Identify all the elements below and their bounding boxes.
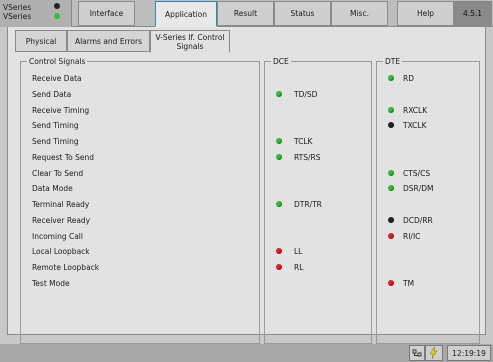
brand-line-1: VSeries bbox=[3, 3, 32, 12]
dte-signal-label: DCD/RR bbox=[403, 215, 433, 225]
tab-application[interactable]: Application bbox=[155, 1, 217, 27]
brand-line-2: VSeries bbox=[3, 12, 32, 21]
dte-signal-label: DSR/DM bbox=[403, 184, 434, 194]
dce-status-led-icon bbox=[276, 138, 282, 144]
brand-status-led-top-icon bbox=[54, 3, 60, 9]
control-signal-label: Send Timing bbox=[32, 137, 79, 146]
dce-status-led-icon bbox=[276, 248, 282, 255]
clock-time: 12:19:19 bbox=[452, 348, 486, 358]
power-icon bbox=[429, 347, 438, 359]
control-signal-label: Receiver Ready bbox=[32, 215, 91, 225]
dce-status-led-icon bbox=[276, 153, 282, 160]
control-signal-label: Remote Loopback bbox=[32, 263, 100, 272]
brand-area: VSeries VSeries bbox=[0, 0, 72, 27]
control-signal-label: Receive Timing bbox=[32, 105, 90, 115]
dce-signal-label: DTR/TR bbox=[294, 200, 322, 209]
dce-title: DCE bbox=[271, 57, 291, 66]
network-icon bbox=[412, 349, 422, 357]
dce-status-led-icon bbox=[276, 90, 282, 97]
control-signal-label: Clear To Send bbox=[32, 168, 84, 178]
dce-status-led-icon bbox=[276, 201, 282, 207]
clock-display: 12:19:19 bbox=[447, 345, 491, 361]
network-button[interactable] bbox=[409, 345, 425, 361]
dte-signal-label: RXCLK bbox=[403, 105, 428, 115]
dte-status-led-icon bbox=[388, 75, 394, 81]
tab-status[interactable]: Status bbox=[274, 1, 331, 26]
dte-status-led-icon bbox=[388, 232, 394, 239]
dte-signal-label: TXCLK bbox=[403, 121, 427, 131]
dte-status-led-icon bbox=[388, 122, 394, 129]
tab-result[interactable]: Result bbox=[217, 1, 274, 26]
dte-signal-label: RI/IC bbox=[403, 231, 421, 241]
dte-group: DTE RD RXCLK TXCLK CTS/CS DSR/DM DCD/RR RI/IC T… bbox=[376, 57, 480, 344]
control-signal-label: Local Loopback bbox=[32, 247, 90, 257]
subtab-vseries-control-signals[interactable]: V-Series If. Control Signals bbox=[150, 30, 230, 53]
dce-signal-label: RTS/RS bbox=[294, 152, 321, 162]
dte-signal-label: RD bbox=[403, 74, 414, 83]
main-panel: Physical Alarms and Errors V-Series If. … bbox=[7, 27, 486, 344]
control-signal-label: Terminal Ready bbox=[32, 200, 90, 209]
dce-signal-label: LL bbox=[294, 247, 303, 257]
version-label: 4.5.1 bbox=[453, 1, 492, 26]
dce-group: DCE TD/SD TCLK RTS/RS DTR/TR LL RL bbox=[264, 57, 372, 344]
dte-status-led-icon bbox=[388, 216, 394, 223]
control-signal-label: Test Mode bbox=[32, 278, 70, 288]
tab-help[interactable]: Help bbox=[397, 1, 454, 26]
dte-signal-label: CTS/CS bbox=[403, 168, 431, 178]
power-button[interactable] bbox=[425, 345, 443, 361]
dte-signal-label: TM bbox=[403, 278, 415, 288]
control-signal-label: Send Timing bbox=[32, 121, 79, 131]
dte-status-led-icon bbox=[388, 185, 394, 192]
control-signal-label: Request To Send bbox=[32, 152, 95, 162]
control-signal-label: Send Data bbox=[32, 89, 72, 99]
dce-signal-label: TD/SD bbox=[294, 89, 318, 99]
tab-misc[interactable]: Misc. bbox=[331, 1, 388, 26]
control-signals-group: Control Signals Receive Data Send Data Rec… bbox=[20, 57, 260, 344]
control-signal-label: Receive Data bbox=[32, 74, 82, 83]
dce-signal-label: RL bbox=[294, 263, 304, 272]
dce-status-led-icon bbox=[276, 264, 282, 270]
dce-signal-label: TCLK bbox=[294, 137, 313, 146]
subtab-physical[interactable]: Physical bbox=[15, 30, 67, 52]
dte-status-led-icon bbox=[388, 106, 394, 113]
top-bar: VSeries VSeries Interface Application Re… bbox=[0, 0, 493, 27]
subtab-alarms-and-errors[interactable]: Alarms and Errors bbox=[67, 30, 150, 52]
dte-title: DTE bbox=[383, 57, 403, 66]
tab-interface[interactable]: Interface bbox=[78, 1, 135, 26]
control-signals-title: Control Signals bbox=[27, 57, 88, 66]
dte-status-led-icon bbox=[388, 279, 394, 286]
brand-status-led-bottom-icon bbox=[54, 13, 60, 19]
control-signal-label: Incoming Call bbox=[32, 231, 83, 241]
dte-status-led-icon bbox=[388, 169, 394, 176]
control-signal-label: Data Mode bbox=[32, 184, 73, 194]
